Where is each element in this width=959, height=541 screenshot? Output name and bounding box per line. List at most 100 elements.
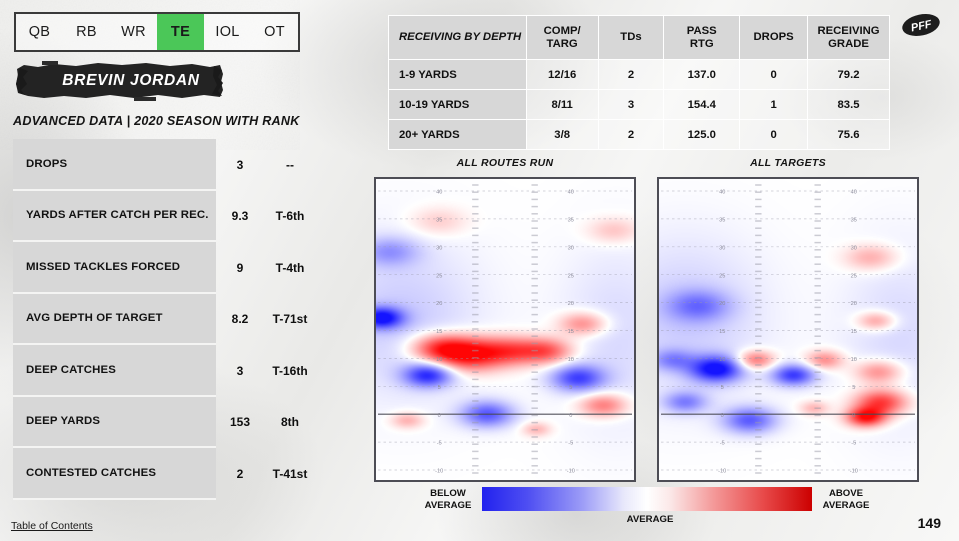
heatmap-frame: 40 40 35 35 30 30 25 25 20 20 15 15 10 10 5 5 0 0 -5 -5 -10-…	[374, 177, 636, 482]
stat-row: DROPS 3 --	[13, 139, 303, 191]
stat-rank: T-41st	[272, 466, 308, 481]
position-tab-wr[interactable]: WR	[110, 14, 157, 50]
stat-label: CONTESTED CATCHES	[26, 466, 157, 479]
stat-rank: 8th	[281, 415, 299, 430]
cell-receiving-grade: 75.6	[807, 119, 890, 150]
column-header-line2: TARG	[546, 37, 578, 50]
stat-value: 9	[236, 260, 244, 275]
cell-comp-targ: 3/8	[525, 119, 599, 150]
page-number: 149	[917, 515, 941, 531]
stat-rank: T-4th	[275, 260, 305, 275]
row-label-depth: 10-19 YARDS	[388, 89, 527, 120]
position-tab-bar[interactable]: QB RB WR TE IOL OT	[14, 12, 300, 52]
column-header-line1: RECEIVING	[817, 24, 880, 37]
position-tab-qb[interactable]: QB	[16, 14, 63, 50]
table-row: 1-9 YARDS 12/16 2 137.0 0 79.2	[388, 59, 890, 90]
stat-label-cell: YARDS AFTER CATCH PER REC.	[13, 190, 216, 242]
cell-comp-targ: 12/16	[525, 59, 599, 90]
stat-label: AVG DEPTH OF TARGET	[26, 312, 163, 325]
table-row: 10-19 YARDS 8/11 3 154.4 1 83.5	[388, 89, 890, 120]
stat-value: 8.2	[231, 312, 249, 327]
stat-label-cell: DROPS	[13, 139, 216, 191]
column-header-line2: GRADE	[828, 37, 869, 50]
cell-drops: 1	[739, 89, 809, 120]
heatmap-title: ALL TARGETS	[750, 157, 826, 169]
position-tab-te[interactable]: TE	[157, 14, 204, 50]
column-header-line1: COMP/	[543, 24, 581, 37]
cell-drops: 0	[739, 119, 809, 150]
heatmap-frame: 40 40 35 35 30 30 25 25 20 20 15 15 10 10 5 5 0 0 -5 -5 -10-…	[657, 177, 919, 482]
position-tab-ot[interactable]: OT	[251, 14, 298, 50]
column-header-line1: PASS	[686, 24, 717, 37]
column-header-1: TDs	[597, 15, 665, 60]
advanced-data-header: ADVANCED DATA | 2020 SEASON WITH RANK	[13, 114, 300, 128]
table-body: 1-9 YARDS 12/16 2 137.0 0 79.2 10-19 YARDS 8/11…	[388, 59, 890, 150]
position-tab-rb[interactable]: RB	[63, 14, 110, 50]
stat-row: DEEP CATCHES 3 T-16th	[13, 345, 308, 397]
stat-value: 3	[236, 157, 244, 172]
legend-average-label: AVERAGE	[626, 514, 674, 525]
stat-value: 3	[236, 363, 244, 378]
cell-tds: 3	[597, 89, 665, 120]
stat-row: YARDS AFTER CATCH PER REC. 9.3 T-6th	[13, 190, 304, 242]
receiving-by-depth-table: RECEIVING BY DEPTH COMP/TARG TDs PASS RTG DRO…	[388, 15, 890, 150]
row-label-depth: 20+ YARDS	[388, 119, 527, 150]
cell-pass-rtg: 137.0	[663, 59, 741, 90]
legend-gradient-bar	[482, 487, 812, 511]
column-header-depth: RECEIVING BY DEPTH	[388, 15, 527, 60]
stat-label: DROPS	[26, 157, 68, 170]
stat-rank: T-16th	[272, 363, 308, 378]
stat-row: CONTESTED CATCHES 2 T-41st	[13, 448, 307, 500]
stat-row: AVG DEPTH OF TARGET 8.2 T-71st	[13, 293, 307, 345]
heatmap-title: ALL ROUTES RUN	[456, 157, 554, 169]
stat-row: DEEP YARDS 153 8th	[13, 396, 303, 448]
stat-label: MISSED TACKLES FORCED	[26, 260, 181, 273]
stat-value: 2	[236, 466, 244, 481]
stat-rank: --	[286, 157, 294, 172]
heatmap-canvas	[659, 179, 917, 480]
column-header-line2: RTG	[689, 37, 714, 50]
cell-receiving-grade: 83.5	[807, 89, 890, 120]
pff-logo-icon: PFF	[902, 13, 940, 37]
table-row: 20+ YARDS 3/8 2 125.0 0 75.6	[388, 119, 890, 150]
player-name: BREVIN JORDAN	[62, 71, 200, 89]
column-header-4: RECEIVING GRADE	[807, 15, 890, 60]
stat-row: MISSED TACKLES FORCED 9 T-4th	[13, 242, 304, 294]
cell-receiving-grade: 79.2	[807, 59, 890, 90]
cell-tds: 2	[597, 59, 665, 90]
stat-value: 9.3	[231, 209, 249, 224]
advanced-stats-list: DROPS 3 -- YARDS AFTER CATCH PER REC. 9.3 T-6…	[13, 139, 308, 500]
column-header-0: COMP/TARG	[525, 15, 599, 60]
stat-label-cell: AVG DEPTH OF TARGET	[13, 293, 216, 345]
column-header-3: DROPS	[739, 15, 809, 60]
cell-pass-rtg: 154.4	[663, 89, 741, 120]
heatmap-all-routes-run: ALL ROUTES RUN 40 40 35 35 30 30 25 25 20 20 15 15 1…	[374, 157, 636, 482]
stat-value: 153	[229, 415, 251, 430]
heatmap-canvas	[376, 179, 634, 480]
cell-drops: 0	[739, 59, 809, 90]
legend-below-average-label: BELOW AVERAGE	[424, 488, 472, 511]
table-header-row: RECEIVING BY DEPTH COMP/TARG TDs PASS RTG DRO…	[388, 15, 890, 60]
cell-pass-rtg: 125.0	[663, 119, 741, 150]
stat-rank: T-6th	[275, 209, 305, 224]
stat-label: DEEP CATCHES	[26, 363, 116, 376]
cell-tds: 2	[597, 119, 665, 150]
stat-label-cell: MISSED TACKLES FORCED	[13, 242, 216, 294]
legend-above-average-label: ABOVE AVERAGE	[822, 488, 870, 511]
stat-label: YARDS AFTER CATCH PER REC.	[26, 209, 209, 222]
heatmap-color-legend: BELOW AVERAGE ABOVE AVERAGE AVERAGE	[420, 487, 880, 525]
cell-comp-targ: 8/11	[525, 89, 599, 120]
position-tab-iol[interactable]: IOL	[204, 14, 251, 50]
stat-label: DEEP YARDS	[26, 415, 101, 428]
column-header-line1: TDs	[620, 31, 642, 44]
stat-rank: T-71st	[272, 312, 308, 327]
player-name-banner: BREVIN JORDAN	[14, 60, 226, 101]
stat-label-cell: DEEP CATCHES	[13, 345, 216, 397]
stat-label-cell: DEEP YARDS	[13, 396, 216, 448]
table-of-contents-link[interactable]: Table of Contents	[11, 520, 93, 532]
heatmap-all-targets: ALL TARGETS 40 40 35 35 30 30 25 25 20 20 15 15 10 10…	[657, 157, 919, 482]
row-label-depth: 1-9 YARDS	[388, 59, 527, 90]
column-header-2: PASS RTG	[663, 15, 741, 60]
stat-label-cell: CONTESTED CATCHES	[13, 448, 216, 500]
column-header-line1: DROPS	[753, 31, 794, 44]
